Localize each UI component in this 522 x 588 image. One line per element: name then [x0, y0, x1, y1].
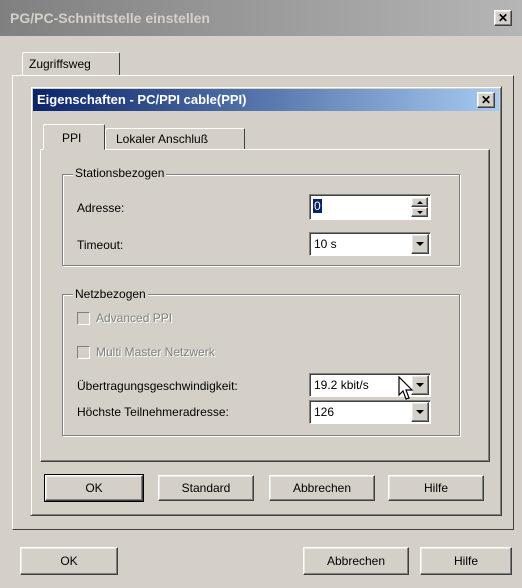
advanced-ppi-checkbox[interactable] — [77, 312, 90, 325]
baud-value: 19.2 kbit/s — [314, 378, 369, 392]
mouse-cursor-icon — [398, 376, 414, 400]
outer-title-bar: PG/PC-Schnittstelle einstellen ✕ — [0, 0, 522, 36]
inner-help-label: Hilfe — [423, 481, 448, 495]
arrow-down-icon — [416, 210, 423, 214]
outer-help-button[interactable]: Hilfe — [420, 547, 512, 575]
inner-close-button[interactable]: ✕ — [477, 92, 495, 108]
timeout-dropdown[interactable]: 10 s — [309, 232, 431, 256]
outer-close-button[interactable]: ✕ — [494, 10, 512, 26]
highest-address-label: Höchste Teilnehmeradresse: — [77, 405, 229, 419]
multi-master-label: Multi Master Netzwerk — [96, 345, 215, 359]
outer-title: PG/PC-Schnittstelle einstellen — [10, 10, 210, 26]
inner-help-button[interactable]: Hilfe — [388, 475, 484, 501]
tab-zugriffsweg-label: Zugriffsweg — [29, 57, 91, 71]
timeout-dropdown-button[interactable] — [411, 234, 429, 254]
chevron-down-icon — [416, 410, 424, 414]
address-spinbox[interactable]: 0 — [309, 194, 431, 220]
station-group-title: Stationsbezogen — [73, 166, 167, 180]
tab-ppi[interactable]: PPI — [43, 124, 105, 150]
address-spin-up[interactable] — [411, 197, 428, 207]
inner-title-bar: Eigenschaften - PC/PPI cable(PPI) ✕ — [33, 89, 499, 111]
inner-ok-button[interactable]: OK — [44, 474, 144, 502]
address-label-text: Adresse: — [77, 201, 125, 215]
multi-master-checkbox[interactable] — [77, 346, 90, 359]
advanced-ppi-label: Advanced PPI — [96, 311, 173, 325]
timeout-label: Timeout: — [77, 238, 123, 252]
timeout-label-text: Timeout: — [77, 238, 124, 252]
inner-standard-label: Standard — [181, 481, 231, 495]
outer-cancel-button[interactable]: Abbrechen — [303, 547, 409, 575]
address-spin-down[interactable] — [411, 207, 428, 217]
inner-ok-label: OK — [85, 481, 103, 495]
outer-ok-button[interactable]: OK — [20, 547, 118, 575]
timeout-value: 10 s — [314, 237, 337, 251]
inner-cancel-label: Abbrechen — [292, 481, 352, 495]
inner-title: Eigenschaften - PC/PPI cable(PPI) — [37, 92, 247, 107]
close-icon: ✕ — [480, 93, 492, 107]
arrow-up-icon — [416, 200, 423, 204]
close-icon: ✕ — [497, 11, 509, 25]
chevron-down-icon — [416, 242, 424, 246]
highest-address-dropdown-button[interactable] — [411, 402, 429, 422]
highest-address-dropdown[interactable]: 126 — [309, 400, 431, 424]
tab-ppi-label: PPI — [62, 131, 82, 145]
address-input[interactable]: 0 — [313, 199, 322, 213]
baud-label: Übertragungsgeschwindigkeit: — [77, 379, 238, 393]
outer-ok-label: OK — [60, 554, 78, 568]
inner-cancel-button[interactable]: Abbrechen — [269, 475, 375, 501]
highest-address-value: 126 — [314, 405, 335, 419]
network-group-title: Netzbezogen — [73, 287, 148, 301]
address-label: Adresse: — [77, 201, 124, 215]
tab-lokaler-anschluss-label: Lokaler Anschluß — [116, 132, 209, 146]
outer-help-label: Hilfe — [453, 554, 478, 568]
outer-cancel-label: Abbrechen — [326, 554, 386, 568]
chevron-down-icon — [416, 383, 424, 387]
inner-standard-button[interactable]: Standard — [158, 475, 254, 501]
tab-lokaler-anschluss[interactable]: Lokaler Anschluß — [105, 128, 245, 150]
tab-zugriffsweg[interactable]: Zugriffsweg — [22, 52, 120, 76]
